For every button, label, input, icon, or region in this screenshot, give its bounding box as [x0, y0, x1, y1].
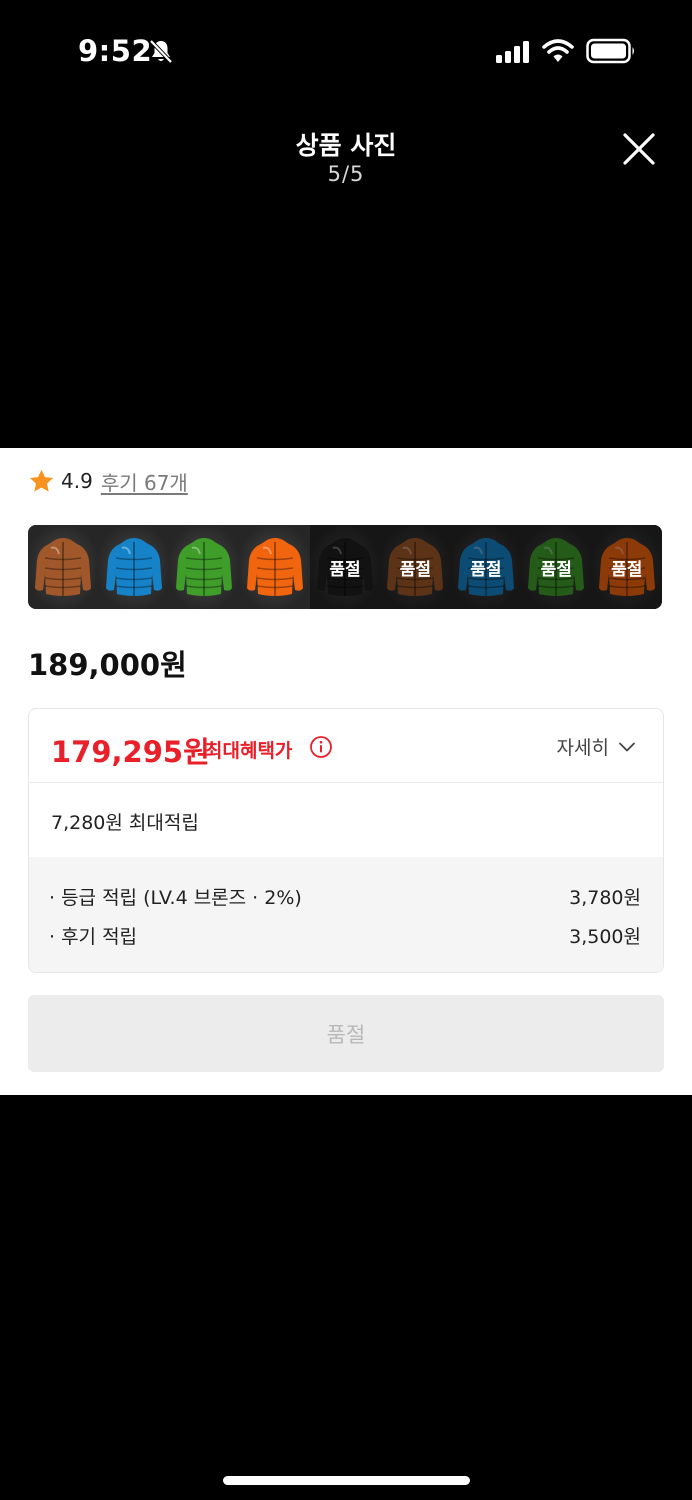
rating-row: 4.9 후기 67개 — [28, 466, 188, 496]
benefit-card: 179,295원 최대혜택가 자세히 7,280원 최대적립 · 등급 적립 (… — [28, 708, 664, 973]
home-indicator — [223, 1476, 470, 1485]
wifi-icon — [542, 39, 574, 62]
option-thumbnail[interactable] — [28, 525, 99, 609]
points-row-label: · 후기 적립 — [49, 926, 138, 948]
sold-out-badge: 품절 — [611, 560, 643, 580]
option-thumbnail[interactable]: 품절 — [450, 525, 522, 609]
review-count-link[interactable]: 후기 67개 — [101, 467, 188, 496]
sold-out-badge: 품절 — [540, 560, 572, 580]
points-row: · 후기 적립 3,500원 — [49, 922, 641, 949]
points-breakdown: · 등급 적립 (LV.4 브론즈 · 2%) 3,780원 · 후기 적립 3… — [29, 857, 663, 972]
detail-toggle-button[interactable]: 자세히 — [557, 733, 637, 760]
sold-out-badge: 품절 — [329, 560, 361, 580]
rating-value: 4.9 — [61, 469, 93, 493]
status-time: 9:52 — [78, 34, 153, 68]
star-icon — [29, 469, 54, 492]
points-row: · 등급 적립 (LV.4 브론즈 · 2%) 3,780원 — [49, 883, 641, 910]
option-thumbnail[interactable] — [239, 525, 310, 609]
points-row-value: 3,500원 — [569, 926, 641, 948]
info-icon[interactable] — [309, 735, 333, 759]
option-thumbnail-strip: 품절 품절 품절 품절 품절 — [28, 525, 662, 609]
option-thumbnail[interactable] — [98, 525, 169, 609]
product-info-sheet: 4.9 후기 67개 품절 품절 품절 품절 품절 189,000원 179,295원 … — [0, 448, 692, 1095]
option-thumbnail[interactable]: 품절 — [380, 525, 452, 609]
option-thumbnail[interactable] — [168, 525, 240, 609]
battery-icon — [586, 38, 634, 64]
status-bar: 9:52 — [0, 0, 692, 100]
viewer-title: 상품 사진 — [295, 131, 397, 160]
image-counter: 5/5 — [327, 162, 365, 186]
max-benefit-row: 179,295원 최대혜택가 자세히 — [29, 709, 663, 783]
option-thumbnail[interactable]: 품절 — [521, 525, 592, 609]
max-points-total: 7,280원 최대적립 — [51, 812, 199, 834]
option-thumbnail[interactable]: 품절 — [591, 525, 662, 609]
jacket-image — [176, 538, 233, 596]
sold-out-badge: 품절 — [399, 560, 432, 580]
chevron-down-icon — [619, 742, 635, 751]
original-price: 189,000원 — [28, 648, 187, 682]
jacket-image — [246, 538, 303, 596]
jacket-image — [35, 538, 92, 596]
jacket-image — [105, 538, 162, 596]
sold-out-button[interactable]: 품절 — [28, 995, 664, 1072]
sold-out-badge: 품절 — [470, 560, 502, 580]
points-row-value: 3,780원 — [569, 887, 641, 909]
max-benefit-price: 179,295원 — [51, 735, 210, 769]
signal-icon — [496, 41, 529, 63]
close-button[interactable] — [614, 124, 664, 174]
bell-slash-icon — [149, 39, 173, 64]
close-icon — [623, 133, 655, 165]
detail-toggle-label: 자세히 — [556, 737, 609, 759]
max-benefit-label: 최대혜택가 — [205, 740, 293, 762]
option-thumbnail[interactable]: 품절 — [309, 525, 381, 609]
points-row-label: · 등급 적립 (LV.4 브론즈 · 2%) — [49, 887, 302, 909]
